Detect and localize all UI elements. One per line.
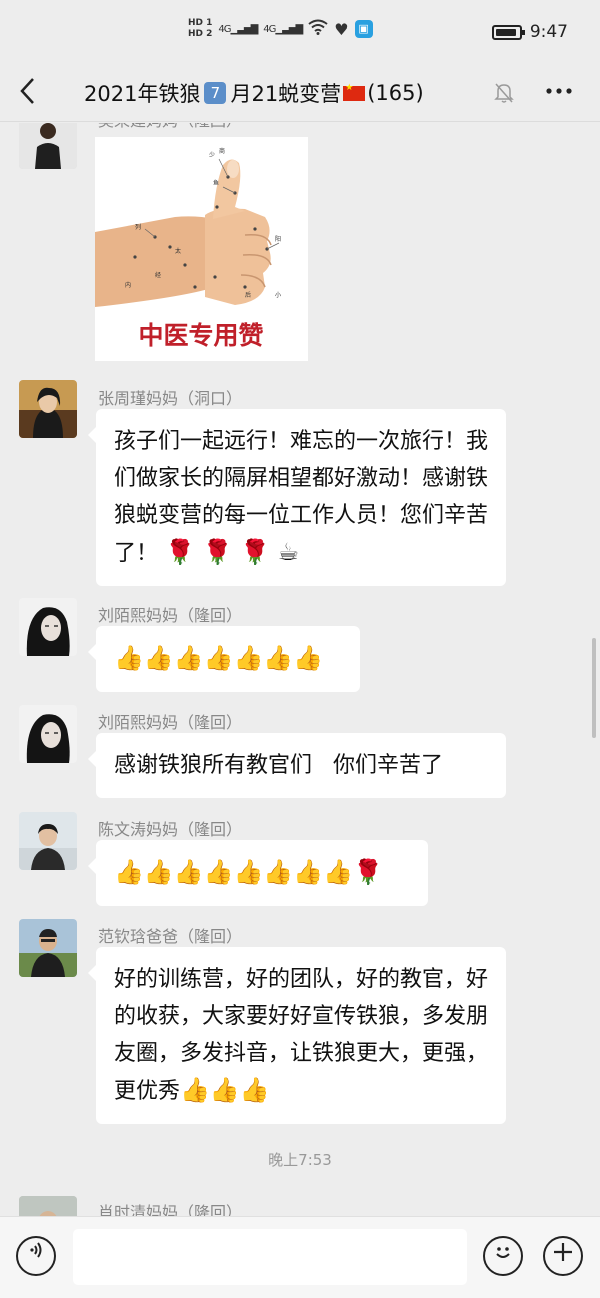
message-bubble[interactable]: 👍👍👍👍👍👍👍 bbox=[88, 626, 360, 692]
message-text: 感谢铁狼所有教官们 你们辛苦了 bbox=[114, 753, 443, 778]
net1-label: 4G bbox=[218, 23, 231, 35]
status-left: HD 1 HD 2 4G▁▃▅▇ 4G▁▃▅▇ ♥ ▣ bbox=[188, 18, 373, 40]
avatar[interactable] bbox=[19, 1196, 77, 1216]
svg-text:列: 列 bbox=[135, 223, 141, 231]
svg-text:阳: 阳 bbox=[275, 235, 281, 243]
sender-name: 张周瑾妈妈（洞口） bbox=[98, 389, 243, 408]
avatar[interactable] bbox=[19, 598, 77, 656]
avatar[interactable] bbox=[19, 919, 77, 977]
message-emoji: 👍👍👍👍👍👍👍👍🌹 bbox=[114, 858, 383, 886]
time-divider: 晚上7:53 bbox=[268, 1151, 332, 1169]
china-flag-icon bbox=[343, 83, 366, 101]
svg-text:后: 后 bbox=[245, 291, 251, 299]
voice-icon bbox=[30, 1242, 42, 1258]
chevron-left-icon bbox=[20, 78, 34, 104]
message-bubble[interactable]: 好的训练营，好的团队，好的教官，好的收获，大家要好好宣传铁狼，多发朋友圈，多发抖… bbox=[88, 947, 506, 1124]
sender-name: 陈文涛妈妈（隆回） bbox=[98, 820, 243, 839]
wifi-icon bbox=[308, 19, 328, 39]
signal-2-icon: 4G▁▃▅▇ bbox=[263, 23, 303, 35]
hd2-label: HD 2 bbox=[188, 29, 213, 39]
thumbs-up-acupoint-image: 少商 鱼阳 列太 经后 小 内 中医专用赞 bbox=[95, 137, 308, 361]
voice-button[interactable] bbox=[16, 1236, 56, 1276]
hd1-label: HD 1 bbox=[188, 18, 213, 28]
svg-text:小: 小 bbox=[275, 291, 281, 299]
chat-area[interactable]: 吴荣建妈妈（隆回） 少 bbox=[0, 123, 600, 1216]
svg-text:鱼: 鱼 bbox=[213, 179, 219, 187]
back-button[interactable] bbox=[18, 76, 38, 113]
sender-name: 刘陌熙妈妈（隆回） bbox=[98, 713, 243, 732]
status-right: 9:47 bbox=[491, 22, 568, 42]
more-button[interactable] bbox=[544, 76, 574, 112]
input-bar bbox=[0, 1216, 600, 1298]
svg-text:内: 内 bbox=[125, 281, 131, 289]
emoji-button[interactable] bbox=[483, 1236, 523, 1276]
sender-name: 刘陌熙妈妈（隆回） bbox=[98, 606, 243, 625]
battery-icon bbox=[491, 24, 525, 40]
clock: 9:47 bbox=[529, 22, 568, 42]
message-bubble[interactable]: 孩子们一起远行！难忘的一次旅行！我们做家长的隔屏相望都好激动！感谢铁狼蜕变营的每… bbox=[88, 409, 506, 586]
emoji-icon bbox=[496, 1247, 510, 1258]
title-count: (165) bbox=[367, 81, 424, 105]
chat-title[interactable]: 2021年铁狼 7 月21蜕变营 (165) bbox=[84, 78, 424, 108]
signal-1-icon: 4G▁▃▅▇ bbox=[218, 23, 258, 35]
avatar[interactable] bbox=[19, 380, 77, 438]
plus-button[interactable] bbox=[543, 1236, 583, 1276]
hd-indicator: HD 1 HD 2 bbox=[188, 18, 212, 40]
bell-off-icon bbox=[494, 82, 514, 109]
plus-icon bbox=[554, 1243, 572, 1261]
title-number-badge: 7 bbox=[204, 82, 227, 104]
message-input[interactable] bbox=[73, 1229, 467, 1285]
message-bubble[interactable]: 感谢铁狼所有教官们 你们辛苦了 bbox=[88, 733, 506, 798]
message-emoji: 👍👍👍 bbox=[180, 1076, 270, 1104]
message-text: 好的训练营，好的团队，好的教官，好的收获，大家要好好宣传铁狼，多发朋友圈，多发抖… bbox=[114, 967, 489, 1104]
title-middle: 月21蜕变营 bbox=[230, 82, 342, 106]
heart-icon: ♥ bbox=[334, 19, 349, 39]
status-bar: HD 1 HD 2 4G▁▃▅▇ 4G▁▃▅▇ ♥ ▣ 9:47 bbox=[0, 0, 600, 64]
title-prefix: 2021年铁狼 bbox=[84, 82, 201, 106]
app-notification-icon: ▣ bbox=[354, 20, 373, 38]
sender-name: 肖时清妈妈（隆回） bbox=[98, 1203, 243, 1216]
svg-text:商: 商 bbox=[219, 147, 225, 155]
net2-label: 4G bbox=[263, 23, 276, 35]
message-bubble[interactable]: 👍👍👍👍👍👍👍👍🌹 bbox=[88, 840, 428, 906]
svg-text:少: 少 bbox=[209, 152, 215, 159]
svg-text:太: 太 bbox=[175, 247, 181, 255]
image-message[interactable]: 少商 鱼阳 列太 经后 小 内 中医专用赞 bbox=[95, 137, 308, 361]
message-emoji: 🌹 🌹 🌹 ☕ bbox=[165, 538, 300, 566]
avatar[interactable] bbox=[19, 705, 77, 763]
image-caption: 中医专用赞 bbox=[138, 321, 263, 350]
svg-text:经: 经 bbox=[155, 271, 161, 279]
scrollbar[interactable] bbox=[592, 638, 596, 738]
more-icon bbox=[546, 88, 572, 94]
message-emoji: 👍👍👍👍👍👍👍 bbox=[114, 644, 324, 672]
sender-name: 范钦琀爸爸（隆回） bbox=[98, 927, 243, 946]
avatar[interactable] bbox=[19, 123, 77, 169]
avatar[interactable] bbox=[19, 812, 77, 870]
sender-name: 吴荣建妈妈（隆回） bbox=[98, 123, 242, 131]
